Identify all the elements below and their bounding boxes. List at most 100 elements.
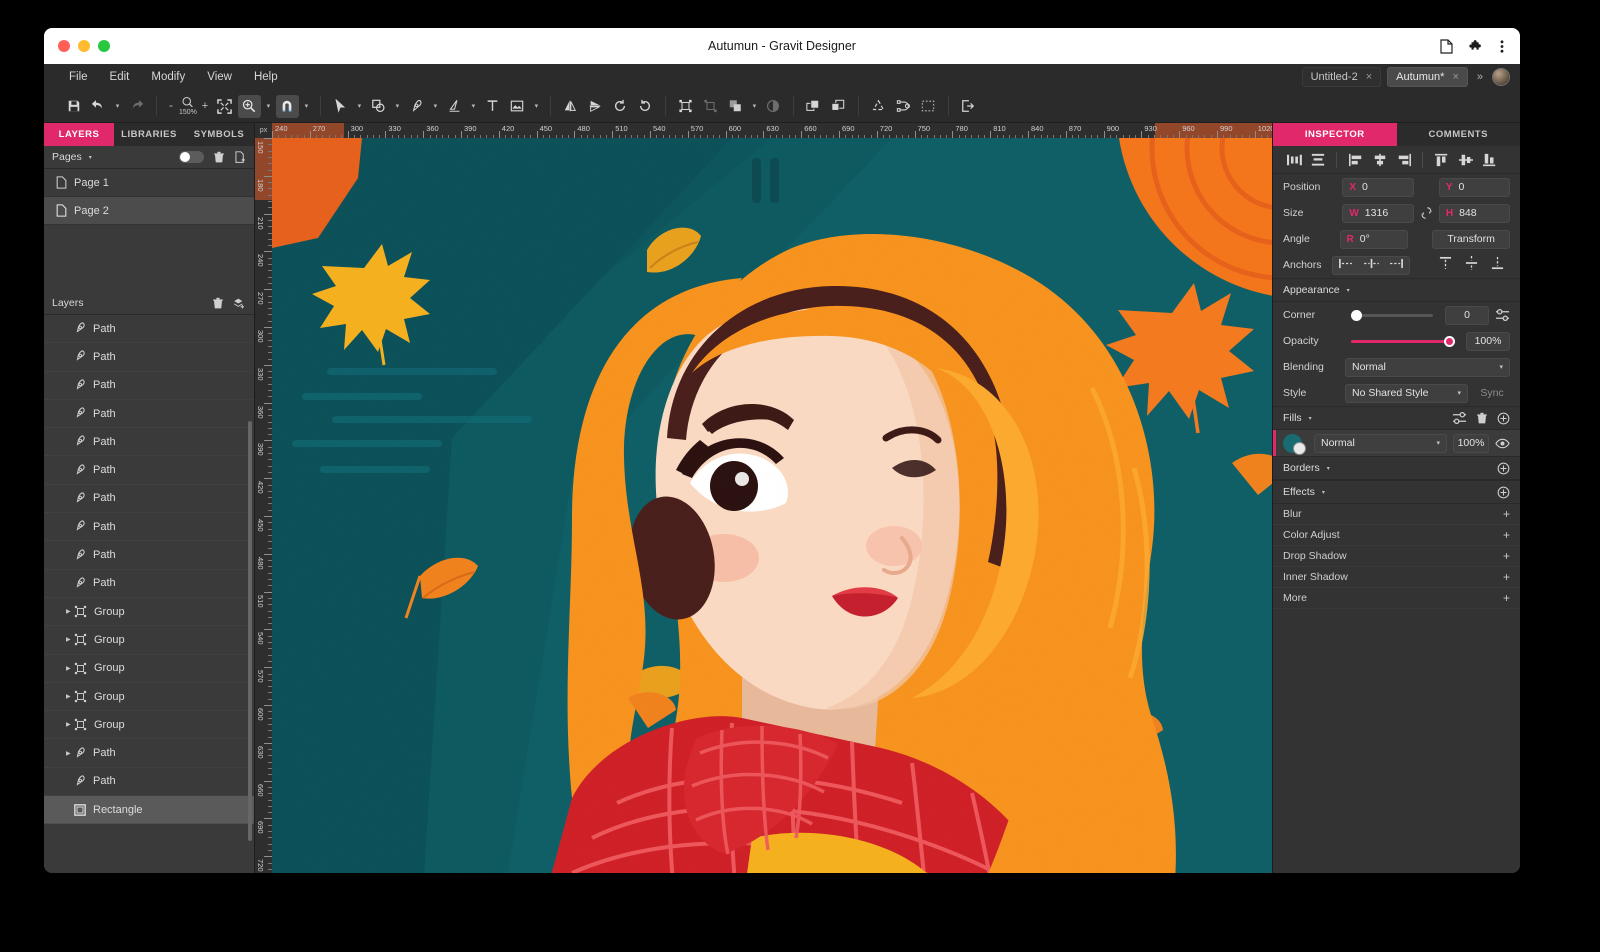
knife-caret-icon[interactable]: ▾: [468, 102, 479, 110]
group-icon[interactable]: [674, 95, 697, 118]
flip-horizontal-icon[interactable]: [559, 95, 582, 118]
bring-front-icon[interactable]: [802, 95, 825, 118]
export-icon[interactable]: [957, 95, 980, 118]
menu-view[interactable]: View: [196, 69, 243, 85]
image-caret-icon[interactable]: ▾: [531, 102, 542, 110]
sliders-icon[interactable]: [1495, 308, 1510, 322]
close-tab-icon[interactable]: ×: [1452, 71, 1458, 83]
add-layer-icon[interactable]: [233, 297, 246, 310]
layers-scrollbar[interactable]: [248, 421, 252, 841]
size-height-field[interactable]: H 848: [1439, 204, 1510, 223]
save-icon[interactable]: [62, 95, 85, 118]
distribute-vertical-icon[interactable]: [1307, 149, 1328, 170]
layer-expand-arrow[interactable]: ▶: [66, 721, 71, 728]
text-icon[interactable]: [481, 95, 504, 118]
pages-caret-icon[interactable]: ▾: [89, 154, 92, 161]
menu-help[interactable]: Help: [243, 69, 289, 85]
zoom-options-caret-icon[interactable]: ▾: [263, 102, 274, 110]
layer-row-16[interactable]: Path: [44, 768, 254, 796]
layer-row-13[interactable]: ▶Group: [44, 683, 254, 711]
opacity-slider-handle[interactable]: [1444, 336, 1455, 347]
pointer-icon[interactable]: [329, 95, 352, 118]
tab-inspector[interactable]: INSPECTOR: [1273, 123, 1397, 146]
layer-row-6[interactable]: Path: [44, 485, 254, 513]
chevron-down-icon[interactable]: ▾: [1499, 363, 1503, 371]
more-options-icon[interactable]: [1500, 39, 1504, 54]
layer-expand-arrow[interactable]: ▶: [66, 665, 71, 672]
layer-row-11[interactable]: ▶Group: [44, 626, 254, 654]
chevron-down-icon[interactable]: ▾: [1457, 389, 1461, 397]
horizontal-ruler[interactable]: 2402703003303603904204504805105405706006…: [255, 123, 1272, 138]
image-icon[interactable]: [506, 95, 529, 118]
layer-row-4[interactable]: Path: [44, 428, 254, 456]
anchor-left-icon[interactable]: [1338, 256, 1353, 274]
layers-trash-icon[interactable]: [212, 297, 224, 310]
eye-icon[interactable]: [1495, 438, 1510, 449]
corner-slider[interactable]: [1351, 314, 1433, 317]
effects-caret-icon[interactable]: ▾: [1322, 489, 1325, 496]
corner-slider-handle[interactable]: [1351, 310, 1362, 321]
layer-expand-arrow[interactable]: ▶: [66, 693, 71, 700]
zoom-out-button[interactable]: -: [165, 100, 177, 112]
undo-history-caret-icon[interactable]: ▾: [112, 102, 123, 110]
effects-section-header[interactable]: Effects ▾: [1273, 480, 1520, 504]
opacity-slider[interactable]: [1351, 340, 1454, 343]
send-back-icon[interactable]: [827, 95, 850, 118]
page-item-1[interactable]: Page 1: [44, 169, 254, 197]
maximize-window-button[interactable]: [98, 40, 110, 52]
position-x-field[interactable]: X 0: [1342, 178, 1413, 197]
snap-options-caret-icon[interactable]: ▾: [301, 102, 312, 110]
add-effect-plus-icon[interactable]: +: [1503, 507, 1510, 521]
shape-icon[interactable]: [367, 95, 390, 118]
position-y-field[interactable]: Y 0: [1439, 178, 1510, 197]
fills-section-header[interactable]: Fills ▾: [1273, 406, 1520, 430]
redo-icon[interactable]: [125, 95, 148, 118]
layer-row-17[interactable]: Rectangle: [44, 796, 254, 824]
transform-button[interactable]: Transform: [1432, 230, 1510, 249]
mask-icon[interactable]: [762, 95, 785, 118]
layer-row-12[interactable]: ▶Group: [44, 655, 254, 683]
new-document-icon[interactable]: [1440, 39, 1453, 54]
user-avatar[interactable]: [1492, 68, 1510, 86]
align-left-icon[interactable]: [1345, 149, 1366, 170]
knife-icon[interactable]: [443, 95, 466, 118]
pointer-caret-icon[interactable]: ▾: [354, 102, 365, 110]
anchor-top-icon[interactable]: [1439, 256, 1452, 275]
document-tab-untitled-2[interactable]: Untitled-2 ×: [1302, 67, 1382, 87]
magnify-tool-icon[interactable]: [238, 95, 261, 118]
angle-field[interactable]: R 0°: [1340, 230, 1408, 249]
add-effect-plus-icon[interactable]: +: [1503, 570, 1510, 584]
style-select[interactable]: No Shared Style ▾: [1345, 384, 1468, 403]
minimize-window-button[interactable]: [78, 40, 90, 52]
tab-libraries[interactable]: LIBRARIES: [114, 123, 184, 146]
anchor-center-icon[interactable]: [1364, 256, 1379, 274]
blending-select[interactable]: Normal ▾: [1345, 358, 1510, 377]
flip-vertical-icon[interactable]: [584, 95, 607, 118]
fill-opacity-value[interactable]: 100%: [1453, 434, 1489, 453]
add-page-icon[interactable]: [234, 151, 246, 164]
layer-row-0[interactable]: Path: [44, 315, 254, 343]
align-top-icon[interactable]: [1431, 149, 1452, 170]
tab-layers[interactable]: LAYERS: [44, 123, 114, 146]
align-center-icon[interactable]: [1369, 149, 1390, 170]
align-middle-icon[interactable]: [1455, 149, 1476, 170]
document-tab-autumun[interactable]: Autumun* ×: [1387, 67, 1468, 87]
canvas-area[interactable]: 2402703003303603904204504805105405706006…: [255, 123, 1272, 873]
layer-row-10[interactable]: ▶Group: [44, 598, 254, 626]
effect-row-more[interactable]: More+: [1273, 588, 1520, 609]
align-right-icon[interactable]: [1393, 149, 1414, 170]
ungroup-icon[interactable]: [699, 95, 722, 118]
rotate-cw-icon[interactable]: [634, 95, 657, 118]
path-edit-icon[interactable]: [892, 95, 915, 118]
extensions-puzzle-icon[interactable]: [1469, 39, 1484, 54]
opacity-value[interactable]: 100%: [1466, 332, 1510, 351]
menu-modify[interactable]: Modify: [140, 69, 196, 85]
fills-trash-icon[interactable]: [1476, 412, 1488, 425]
boolean-caret-icon[interactable]: ▾: [749, 102, 760, 110]
distribute-horizontal-icon[interactable]: [1283, 149, 1304, 170]
chevron-double-down-icon[interactable]: »: [1474, 71, 1486, 83]
pages-trash-icon[interactable]: [213, 151, 225, 164]
anchor-right-icon[interactable]: [1389, 256, 1404, 274]
layer-row-14[interactable]: ▶Group: [44, 711, 254, 739]
layer-expand-arrow[interactable]: ▶: [66, 750, 71, 757]
